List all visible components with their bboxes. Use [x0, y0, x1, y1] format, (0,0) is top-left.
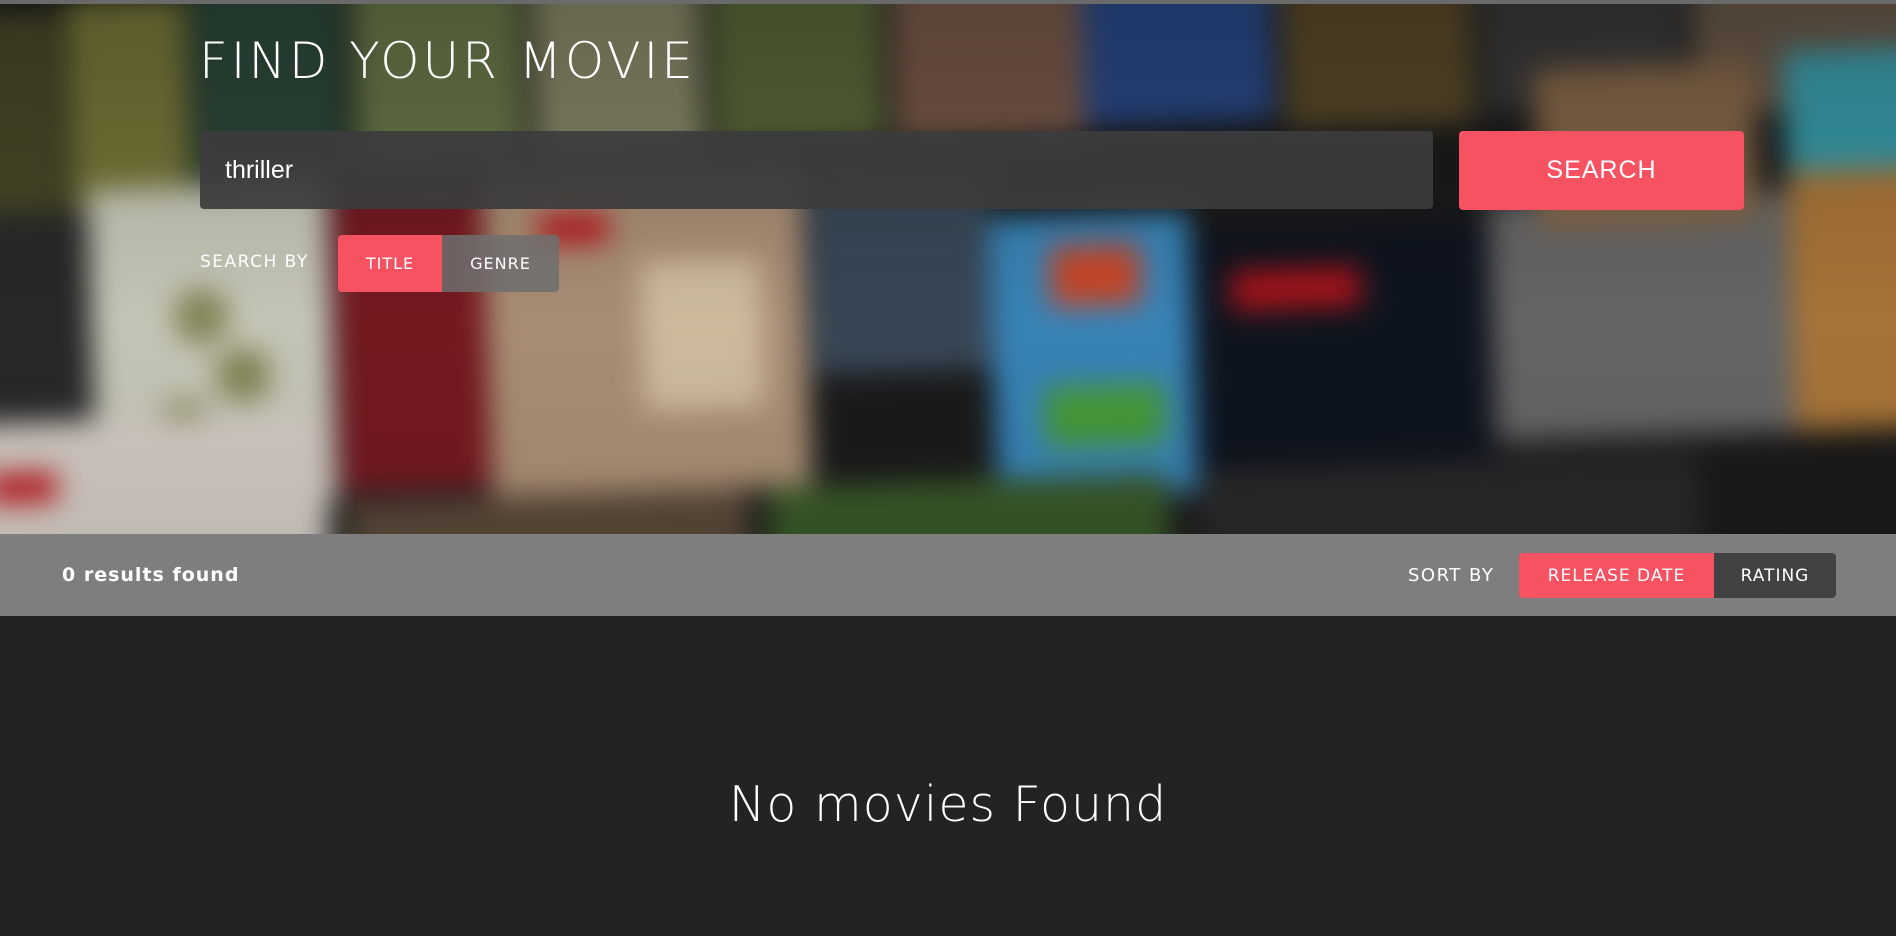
- hero-content: FIND YOUR MOVIE SEARCH SEARCH BY TITLE G…: [0, 0, 1896, 534]
- search-by-toggle: TITLE GENRE: [338, 235, 559, 292]
- page-title: FIND YOUR MOVIE: [199, 32, 696, 90]
- page: FIND YOUR MOVIE SEARCH SEARCH BY TITLE G…: [0, 0, 1896, 936]
- sort-by-release-date-button[interactable]: RELEASE DATE: [1519, 553, 1714, 598]
- top-border: [0, 0, 1896, 4]
- sort-by-label: SORT BY: [1408, 565, 1495, 586]
- search-input[interactable]: [200, 131, 1433, 209]
- hero-header: FIND YOUR MOVIE SEARCH SEARCH BY TITLE G…: [0, 0, 1896, 534]
- results-area: No movies Found: [0, 616, 1896, 936]
- empty-state-message: No movies Found: [728, 776, 1168, 833]
- sort-by-toggle: RELEASE DATE RATING: [1519, 553, 1836, 598]
- results-bar: 0 results found SORT BY RELEASE DATE RAT…: [0, 534, 1896, 616]
- search-by-genre-button[interactable]: GENRE: [442, 235, 559, 292]
- search-by-title-button[interactable]: TITLE: [338, 235, 442, 292]
- search-by-label: SEARCH BY: [200, 252, 309, 272]
- results-count: 0 results found: [62, 564, 240, 586]
- search-button[interactable]: SEARCH: [1459, 131, 1744, 210]
- sort-by-rating-button[interactable]: RATING: [1714, 553, 1836, 598]
